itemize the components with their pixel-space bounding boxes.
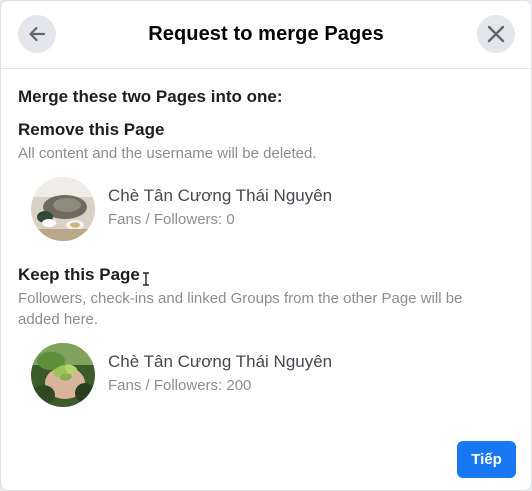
text-cursor-icon: [142, 272, 150, 291]
dialog-title: Request to merge Pages: [148, 23, 384, 45]
remove-page-item: Chè Tân Cương Thái Nguyên Fans / Followe…: [31, 177, 471, 241]
keep-page-description: Followers, check-ins and linked Groups f…: [18, 290, 463, 328]
keep-page-item: Chè Tân Cương Thái Nguyên Fans / Followe…: [31, 343, 471, 407]
dialog-header: Request to merge Pages: [1, 1, 531, 69]
keep-page-heading: Keep this Page: [18, 265, 140, 284]
remove-page-description: All content and the username will be del…: [18, 145, 317, 162]
remove-page-fans: Fans / Followers: 0: [108, 211, 235, 228]
remove-page-avatar: [31, 177, 95, 241]
keep-page-fans: Fans / Followers: 200: [108, 377, 252, 394]
merge-pages-dialog: Request to merge Pages Merge these two P…: [0, 0, 532, 491]
keep-page-avatar: [31, 343, 95, 407]
next-button[interactable]: Tiếp: [457, 441, 516, 478]
remove-page-heading: Remove this Page: [18, 120, 165, 139]
keep-page-name: Chè Tân Cương Thái Nguyên: [108, 352, 333, 371]
remove-page-name: Chè Tân Cương Thái Nguyên: [108, 186, 333, 205]
merge-heading: Merge these two Pages into one:: [18, 87, 283, 106]
close-button[interactable]: [477, 15, 515, 53]
close-icon: [487, 25, 505, 43]
